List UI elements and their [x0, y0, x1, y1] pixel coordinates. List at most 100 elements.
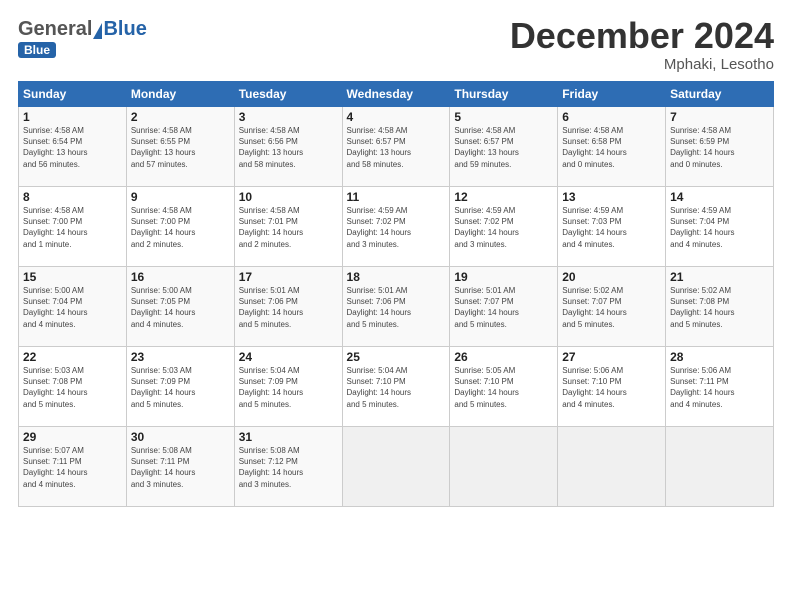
header: General Blue Blue December 2024 Mphaki, …: [18, 18, 774, 73]
calendar-cell: 13Sunrise: 4:59 AM Sunset: 7:03 PM Dayli…: [558, 187, 666, 267]
cell-day-number: 3: [239, 110, 338, 124]
weekday-header-friday: Friday: [558, 82, 666, 107]
cell-info: Sunrise: 4:59 AM Sunset: 7:03 PM Dayligh…: [562, 205, 661, 250]
calendar-cell: 29Sunrise: 5:07 AM Sunset: 7:11 PM Dayli…: [19, 427, 127, 507]
weekday-header-wednesday: Wednesday: [342, 82, 450, 107]
cell-day-number: 26: [454, 350, 553, 364]
cell-day-number: 7: [670, 110, 769, 124]
calendar-cell: 10Sunrise: 4:58 AM Sunset: 7:01 PM Dayli…: [234, 187, 342, 267]
cell-day-number: 2: [131, 110, 230, 124]
cell-day-number: 13: [562, 190, 661, 204]
cell-info: Sunrise: 4:58 AM Sunset: 6:58 PM Dayligh…: [562, 125, 661, 170]
cell-day-number: 1: [23, 110, 122, 124]
cell-day-number: 30: [131, 430, 230, 444]
calendar-cell: 26Sunrise: 5:05 AM Sunset: 7:10 PM Dayli…: [450, 347, 558, 427]
cell-day-number: 31: [239, 430, 338, 444]
cell-info: Sunrise: 5:05 AM Sunset: 7:10 PM Dayligh…: [454, 365, 553, 410]
calendar-cell: 8Sunrise: 4:58 AM Sunset: 7:00 PM Daylig…: [19, 187, 127, 267]
cell-info: Sunrise: 5:06 AM Sunset: 7:10 PM Dayligh…: [562, 365, 661, 410]
calendar-cell: 12Sunrise: 4:59 AM Sunset: 7:02 PM Dayli…: [450, 187, 558, 267]
cell-day-number: 8: [23, 190, 122, 204]
cell-info: Sunrise: 4:59 AM Sunset: 7:02 PM Dayligh…: [347, 205, 446, 250]
weekday-header-sunday: Sunday: [19, 82, 127, 107]
calendar-week-3: 15Sunrise: 5:00 AM Sunset: 7:04 PM Dayli…: [19, 267, 774, 347]
calendar-week-5: 29Sunrise: 5:07 AM Sunset: 7:11 PM Dayli…: [19, 427, 774, 507]
calendar-week-2: 8Sunrise: 4:58 AM Sunset: 7:00 PM Daylig…: [19, 187, 774, 267]
calendar-cell: 15Sunrise: 5:00 AM Sunset: 7:04 PM Dayli…: [19, 267, 127, 347]
cell-info: Sunrise: 5:03 AM Sunset: 7:09 PM Dayligh…: [131, 365, 230, 410]
calendar-title: December 2024: [510, 18, 774, 54]
logo-name: General Blue: [18, 18, 147, 41]
calendar-cell: 30Sunrise: 5:08 AM Sunset: 7:11 PM Dayli…: [126, 427, 234, 507]
calendar-cell: 14Sunrise: 4:59 AM Sunset: 7:04 PM Dayli…: [666, 187, 774, 267]
calendar-cell: 20Sunrise: 5:02 AM Sunset: 7:07 PM Dayli…: [558, 267, 666, 347]
logo-blue-label: Blue: [18, 42, 56, 58]
cell-info: Sunrise: 5:04 AM Sunset: 7:10 PM Dayligh…: [347, 365, 446, 410]
cell-info: Sunrise: 5:00 AM Sunset: 7:05 PM Dayligh…: [131, 285, 230, 330]
cell-info: Sunrise: 4:58 AM Sunset: 6:56 PM Dayligh…: [239, 125, 338, 170]
calendar-cell: 6Sunrise: 4:58 AM Sunset: 6:58 PM Daylig…: [558, 107, 666, 187]
calendar-cell: 7Sunrise: 4:58 AM Sunset: 6:59 PM Daylig…: [666, 107, 774, 187]
weekday-header-thursday: Thursday: [450, 82, 558, 107]
cell-day-number: 28: [670, 350, 769, 364]
cell-day-number: 23: [131, 350, 230, 364]
cell-day-number: 17: [239, 270, 338, 284]
cell-day-number: 4: [347, 110, 446, 124]
cell-day-number: 21: [670, 270, 769, 284]
cell-info: Sunrise: 5:07 AM Sunset: 7:11 PM Dayligh…: [23, 445, 122, 490]
weekday-header-monday: Monday: [126, 82, 234, 107]
calendar-cell: 17Sunrise: 5:01 AM Sunset: 7:06 PM Dayli…: [234, 267, 342, 347]
calendar-week-1: 1Sunrise: 4:58 AM Sunset: 6:54 PM Daylig…: [19, 107, 774, 187]
calendar-location: Mphaki, Lesotho: [510, 56, 774, 73]
cell-day-number: 20: [562, 270, 661, 284]
cell-info: Sunrise: 5:00 AM Sunset: 7:04 PM Dayligh…: [23, 285, 122, 330]
cell-day-number: 29: [23, 430, 122, 444]
calendar-cell: 19Sunrise: 5:01 AM Sunset: 7:07 PM Dayli…: [450, 267, 558, 347]
calendar-cell: 16Sunrise: 5:00 AM Sunset: 7:05 PM Dayli…: [126, 267, 234, 347]
cell-info: Sunrise: 5:01 AM Sunset: 7:06 PM Dayligh…: [239, 285, 338, 330]
cell-day-number: 27: [562, 350, 661, 364]
cell-info: Sunrise: 5:08 AM Sunset: 7:11 PM Dayligh…: [131, 445, 230, 490]
calendar-cell: 4Sunrise: 4:58 AM Sunset: 6:57 PM Daylig…: [342, 107, 450, 187]
cell-info: Sunrise: 5:08 AM Sunset: 7:12 PM Dayligh…: [239, 445, 338, 490]
cell-info: Sunrise: 4:58 AM Sunset: 6:57 PM Dayligh…: [454, 125, 553, 170]
calendar-cell: 27Sunrise: 5:06 AM Sunset: 7:10 PM Dayli…: [558, 347, 666, 427]
page: General Blue Blue December 2024 Mphaki, …: [0, 0, 792, 612]
weekday-header-tuesday: Tuesday: [234, 82, 342, 107]
cell-info: Sunrise: 4:58 AM Sunset: 7:01 PM Dayligh…: [239, 205, 338, 250]
calendar-cell: 23Sunrise: 5:03 AM Sunset: 7:09 PM Dayli…: [126, 347, 234, 427]
logo: General Blue Blue: [18, 18, 147, 58]
cell-info: Sunrise: 4:59 AM Sunset: 7:02 PM Dayligh…: [454, 205, 553, 250]
cell-info: Sunrise: 5:03 AM Sunset: 7:08 PM Dayligh…: [23, 365, 122, 410]
calendar-cell: [558, 427, 666, 507]
calendar-cell: 22Sunrise: 5:03 AM Sunset: 7:08 PM Dayli…: [19, 347, 127, 427]
cell-day-number: 14: [670, 190, 769, 204]
calendar-cell: 21Sunrise: 5:02 AM Sunset: 7:08 PM Dayli…: [666, 267, 774, 347]
calendar-cell: 2Sunrise: 4:58 AM Sunset: 6:55 PM Daylig…: [126, 107, 234, 187]
cell-info: Sunrise: 5:01 AM Sunset: 7:07 PM Dayligh…: [454, 285, 553, 330]
calendar-cell: 28Sunrise: 5:06 AM Sunset: 7:11 PM Dayli…: [666, 347, 774, 427]
cell-info: Sunrise: 5:02 AM Sunset: 7:08 PM Dayligh…: [670, 285, 769, 330]
cell-day-number: 15: [23, 270, 122, 284]
calendar-cell: 31Sunrise: 5:08 AM Sunset: 7:12 PM Dayli…: [234, 427, 342, 507]
calendar-cell: [450, 427, 558, 507]
cell-info: Sunrise: 4:58 AM Sunset: 7:00 PM Dayligh…: [131, 205, 230, 250]
cell-day-number: 6: [562, 110, 661, 124]
calendar-cell: 18Sunrise: 5:01 AM Sunset: 7:06 PM Dayli…: [342, 267, 450, 347]
calendar-cell: 11Sunrise: 4:59 AM Sunset: 7:02 PM Dayli…: [342, 187, 450, 267]
cell-info: Sunrise: 5:01 AM Sunset: 7:06 PM Dayligh…: [347, 285, 446, 330]
calendar-table: SundayMondayTuesdayWednesdayThursdayFrid…: [18, 81, 774, 507]
cell-day-number: 19: [454, 270, 553, 284]
cell-info: Sunrise: 5:06 AM Sunset: 7:11 PM Dayligh…: [670, 365, 769, 410]
cell-info: Sunrise: 4:58 AM Sunset: 6:54 PM Dayligh…: [23, 125, 122, 170]
calendar-cell: 3Sunrise: 4:58 AM Sunset: 6:56 PM Daylig…: [234, 107, 342, 187]
logo-blue: Blue: [103, 18, 146, 41]
cell-day-number: 18: [347, 270, 446, 284]
weekday-header-saturday: Saturday: [666, 82, 774, 107]
cell-day-number: 9: [131, 190, 230, 204]
logo-flag-icon: [93, 23, 102, 39]
cell-info: Sunrise: 4:58 AM Sunset: 6:57 PM Dayligh…: [347, 125, 446, 170]
logo-general: General: [18, 18, 92, 41]
cell-day-number: 10: [239, 190, 338, 204]
cell-info: Sunrise: 4:58 AM Sunset: 7:00 PM Dayligh…: [23, 205, 122, 250]
